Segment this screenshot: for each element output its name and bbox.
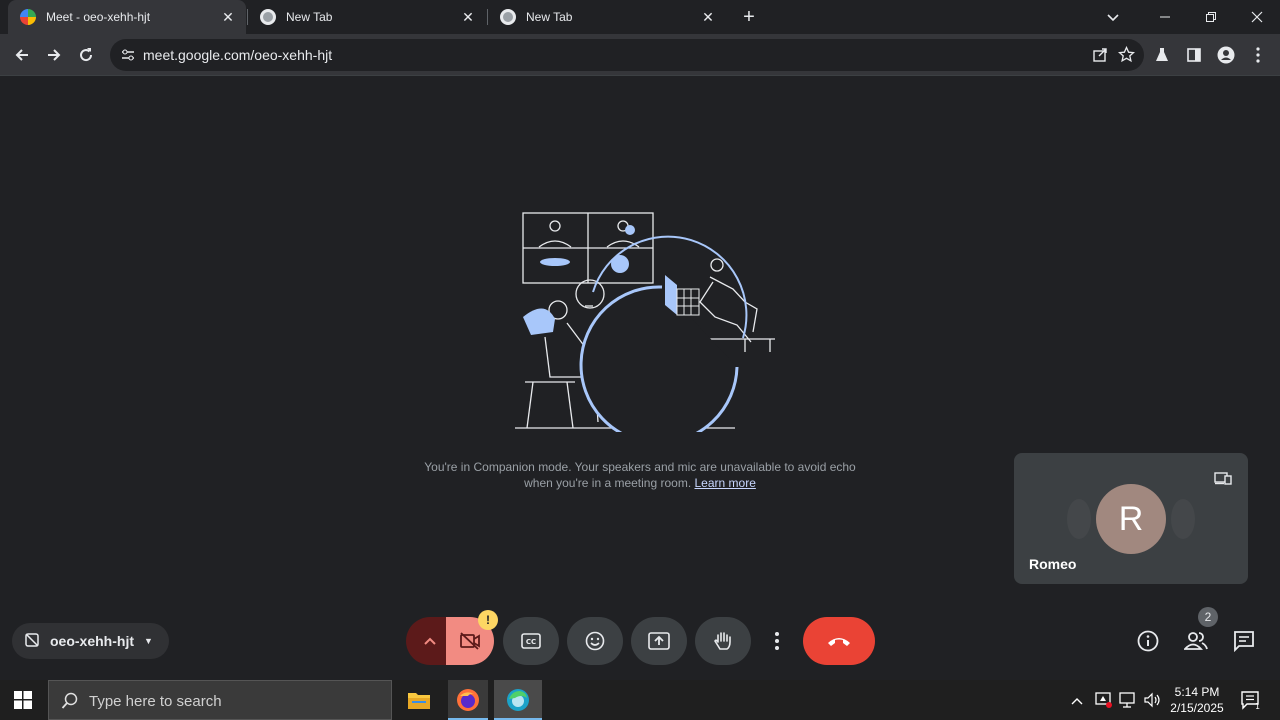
share-icon[interactable] [1092, 47, 1108, 68]
clock-time: 5:14 PM [1174, 685, 1220, 699]
reactions-button[interactable] [567, 617, 623, 665]
tab-title: New Tab [286, 10, 333, 24]
meet-tray-icon[interactable] [1095, 691, 1113, 714]
chat-button[interactable] [1230, 627, 1258, 655]
volume-icon[interactable] [1143, 691, 1161, 714]
windows-taskbar: Type here to search 5:14 PM 2/15/2025 1 [0, 680, 1280, 720]
windows-start-icon[interactable] [14, 691, 32, 714]
browser-app-icon [507, 689, 529, 711]
companion-device-icon [1214, 471, 1232, 490]
meeting-details-button[interactable]: oeo-xehh-hjt ▼ [12, 623, 169, 659]
reload-icon[interactable] [72, 41, 100, 69]
google-meet-favicon [20, 9, 36, 25]
firefox-taskbar-button[interactable] [448, 680, 488, 720]
tab-strip: Meet - oeo-xehh-hjt ✕ New Tab ✕ New Tab … [0, 0, 1280, 34]
edge-taskbar-button[interactable] [494, 680, 542, 720]
raise-hand-button[interactable] [695, 617, 751, 665]
close-tab-icon[interactable]: ✕ [460, 9, 476, 25]
file-explorer-icon[interactable] [406, 688, 432, 712]
present-screen-button[interactable] [631, 617, 687, 665]
chrome-favicon [500, 9, 516, 25]
meeting-code: oeo-xehh-hjt [50, 633, 134, 649]
bookmark-star-icon[interactable] [1117, 45, 1136, 68]
back-icon[interactable] [8, 41, 36, 69]
companion-mode-illustration [515, 212, 775, 432]
clock-date: 2/15/2025 [1170, 701, 1224, 715]
svg-text:CC: CC [526, 638, 536, 646]
tab-meet[interactable]: Meet - oeo-xehh-hjt ✕ [8, 0, 246, 34]
captions-button[interactable]: CC [503, 617, 559, 665]
labs-flask-icon[interactable] [1148, 41, 1176, 69]
chrome-favicon [260, 9, 276, 25]
avatar-shadow [1067, 499, 1091, 539]
tab-title: New Tab [526, 10, 573, 24]
avatar: R [1096, 484, 1166, 554]
participant-tile[interactable]: R Romeo [1014, 453, 1248, 584]
emoji-icon [585, 631, 605, 651]
taskbar-search-box[interactable]: Type here to search [48, 680, 392, 720]
caret-down-icon: ▼ [144, 636, 153, 646]
warning-badge: ! [478, 610, 498, 630]
address-bar[interactable]: meet.google.com/oeo-xehh-hjt [110, 39, 1144, 71]
companion-mode-message: You're in Companion mode. Your speakers … [420, 459, 860, 491]
captions-icon: CC [521, 633, 541, 649]
network-icon[interactable] [1119, 691, 1137, 714]
url-text: meet.google.com/oeo-xehh-hjt [143, 47, 333, 63]
avatar-shadow [1171, 499, 1195, 539]
chevron-up-icon [424, 637, 436, 645]
hang-up-icon [828, 638, 850, 646]
browser-menu-icon[interactable] [1244, 41, 1272, 69]
people-icon [1184, 632, 1208, 650]
profile-icon[interactable] [1212, 41, 1240, 69]
minimize-icon[interactable] [1142, 0, 1188, 34]
more-vert-icon [775, 632, 779, 650]
meet-stage: You're in Companion mode. Your speakers … [0, 77, 1280, 680]
people-button[interactable] [1182, 627, 1210, 655]
learn-more-link[interactable]: Learn more [695, 476, 756, 490]
close-window-icon[interactable] [1234, 0, 1280, 34]
forward-icon[interactable] [40, 41, 68, 69]
taskbar-clock[interactable]: 5:14 PM 2/15/2025 [1164, 684, 1230, 716]
site-settings-icon[interactable] [120, 47, 136, 68]
tab-new-1[interactable]: New Tab ✕ [248, 0, 486, 34]
notification-center-icon[interactable]: 1 [1240, 690, 1260, 715]
chat-icon [1234, 631, 1254, 652]
leave-call-button[interactable] [803, 617, 875, 665]
browser-toolbar: meet.google.com/oeo-xehh-hjt [0, 34, 1280, 76]
meeting-info-button[interactable] [1134, 627, 1162, 655]
search-icon [61, 692, 79, 715]
close-tab-icon[interactable]: ✕ [220, 9, 236, 25]
svg-text:1: 1 [1255, 702, 1260, 710]
search-placeholder: Type here to search [89, 693, 222, 710]
no-video-icon [24, 632, 40, 651]
tab-title: Meet - oeo-xehh-hjt [46, 10, 151, 24]
tab-search-chevron-icon[interactable] [1090, 0, 1136, 34]
companion-mode-text: You're in Companion mode. Your speakers … [424, 460, 856, 490]
hand-icon [714, 632, 731, 650]
people-count-badge: 2 [1198, 607, 1218, 627]
show-hidden-icons-chevron-icon[interactable] [1071, 693, 1083, 711]
present-icon [648, 632, 670, 650]
firefox-icon [457, 689, 479, 711]
side-panel-icon[interactable] [1180, 41, 1208, 69]
participant-name: Romeo [1029, 556, 1077, 572]
info-icon [1137, 630, 1159, 652]
close-tab-icon[interactable]: ✕ [700, 9, 716, 25]
tab-new-2[interactable]: New Tab ✕ [488, 0, 726, 34]
camera-off-icon [460, 632, 480, 650]
more-options-button[interactable] [759, 617, 795, 665]
new-tab-button[interactable]: + [734, 0, 764, 34]
restore-icon[interactable] [1188, 0, 1234, 34]
